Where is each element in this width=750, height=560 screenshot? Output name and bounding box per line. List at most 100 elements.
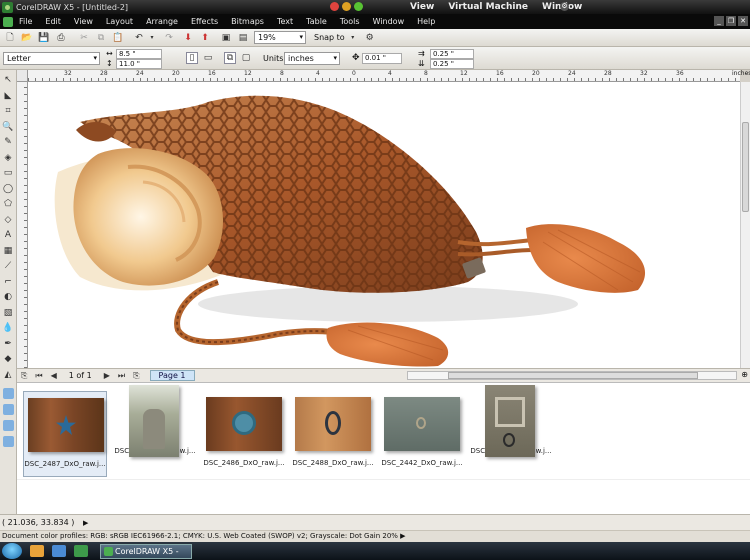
app-menu-icon[interactable] — [3, 16, 13, 27]
current-page-icon[interactable]: ▢ — [240, 52, 252, 64]
redo-icon[interactable]: ↷ — [163, 32, 175, 44]
first-page-icon[interactable]: ⏮ — [35, 371, 42, 381]
tray-add-icon[interactable] — [2, 388, 14, 399]
explorer-icon[interactable] — [30, 545, 44, 557]
shape-tool-icon[interactable]: ◣ — [2, 90, 14, 102]
pick-tool-icon[interactable]: ↖ — [2, 74, 14, 86]
undo-dropdown-icon[interactable]: ▾ — [146, 32, 158, 44]
tray-item[interactable]: DSC_2442_DxO_raw.j... — [380, 391, 464, 467]
new-document-icon[interactable]: 🗋 — [4, 32, 16, 44]
menu-bitmaps[interactable]: Bitmaps — [231, 17, 264, 26]
duplicate-distance-x-field[interactable]: 0.25 " — [430, 49, 474, 59]
paste-icon[interactable]: 📋 — [112, 32, 124, 44]
vertical-scroll-thumb[interactable] — [742, 122, 749, 212]
snap-dropdown-icon[interactable]: ▾ — [347, 32, 359, 44]
smart-fill-tool-icon[interactable]: ◈ — [2, 152, 14, 164]
connector-tool-icon[interactable]: ⌐ — [2, 276, 14, 288]
blend-tool-icon[interactable]: ◐ — [2, 291, 14, 303]
menu-tools[interactable]: Tools — [340, 17, 360, 26]
tray-remove-icon[interactable] — [2, 420, 14, 431]
menu-layout[interactable]: Layout — [106, 17, 133, 26]
gear-icon[interactable]: ⚙ — [560, 2, 569, 11]
save-icon[interactable]: 💾 — [38, 32, 50, 44]
ellipse-tool-icon[interactable]: ◯ — [2, 183, 14, 195]
color-profiles-status[interactable]: Document color profiles: RGB: sRGB IEC61… — [0, 530, 750, 542]
vm-menu-virtual-machine[interactable]: Virtual Machine — [448, 2, 528, 12]
polygon-tool-icon[interactable]: ⬠ — [2, 198, 14, 210]
parallel-dimension-tool-icon[interactable]: ⟋ — [2, 260, 14, 272]
menu-effects[interactable]: Effects — [191, 17, 218, 26]
taskbar-coreldraw-button[interactable]: CorelDRAW X5 - [U... — [100, 543, 192, 560]
tray-options-icon[interactable] — [2, 436, 14, 447]
navigator-icon[interactable]: ⊕ — [741, 370, 748, 379]
page-size-select[interactable]: Letter — [3, 52, 100, 65]
page-options-icon[interactable]: ⎘ — [21, 371, 27, 381]
export-icon[interactable]: ⬆ — [199, 32, 211, 44]
menu-view[interactable]: View — [74, 17, 93, 26]
zoom-level-select[interactable]: 19% — [254, 31, 306, 44]
menu-edit[interactable]: Edit — [45, 17, 61, 26]
open-folder-icon[interactable]: 📂 — [21, 32, 33, 44]
application-launcher-icon[interactable]: ▣ — [220, 32, 232, 44]
drawing-canvas[interactable] — [28, 82, 740, 368]
welcome-screen-icon[interactable]: ▤ — [237, 32, 249, 44]
menu-table[interactable]: Table — [306, 17, 327, 26]
next-page-icon[interactable]: ▶ — [104, 371, 110, 380]
expand-arrow-icon[interactable]: ▶ — [400, 532, 405, 540]
snap-to-dropdown[interactable]: Snap to — [314, 33, 345, 42]
all-pages-icon[interactable]: ⧉ — [224, 52, 236, 64]
ruler-origin[interactable] — [17, 70, 28, 82]
page-width-field[interactable]: 8.5 " — [116, 49, 162, 59]
tray-item[interactable]: DSC_2652_DxO_raw.j... — [113, 385, 197, 457]
undo-icon[interactable]: ↶ — [133, 32, 145, 44]
fill-tool-icon[interactable]: ◆ — [2, 353, 14, 365]
page-height-field[interactable]: 11.0 " — [116, 59, 162, 69]
copy-icon[interactable]: ⧉ — [95, 32, 107, 44]
table-tool-icon[interactable]: ▦ — [2, 245, 14, 257]
maximize-dot-icon[interactable] — [354, 2, 363, 11]
menu-file[interactable]: File — [19, 17, 32, 26]
tray-open-icon[interactable] — [2, 404, 14, 415]
interactive-fill-tool-icon[interactable]: ◭ — [2, 369, 14, 381]
vertical-ruler[interactable] — [17, 82, 28, 368]
freehand-tool-icon[interactable]: ✎ — [2, 136, 14, 148]
duplicate-distance-y-field[interactable]: 0.25 " — [430, 59, 474, 69]
tray-item[interactable]: DSC_2486_DxO_raw.j... — [202, 391, 286, 467]
nudge-distance-field[interactable]: 0.01 " — [362, 53, 402, 64]
minimize-icon[interactable]: _ — [714, 16, 724, 26]
outline-pen-tool-icon[interactable]: ✒ — [2, 338, 14, 350]
zoom-tool-icon[interactable]: 🔍 — [2, 121, 14, 133]
last-page-icon[interactable]: ⏭ — [118, 371, 125, 381]
start-button-icon[interactable] — [2, 543, 22, 559]
basic-shapes-tool-icon[interactable]: ◇ — [2, 214, 14, 226]
eyedropper-tool-icon[interactable]: 💧 — [2, 322, 14, 334]
minimize-dot-icon[interactable] — [342, 2, 351, 11]
horizontal-scrollbar[interactable] — [407, 371, 737, 380]
print-icon[interactable]: ⎙ — [55, 32, 67, 44]
crop-tool-icon[interactable]: ⌗ — [2, 105, 14, 117]
expand-arrow-icon[interactable]: ▶ — [83, 519, 88, 527]
add-page-icon[interactable]: ⎘ — [133, 371, 139, 381]
transparency-tool-icon[interactable]: ▧ — [2, 307, 14, 319]
import-icon[interactable]: ⬇ — [182, 32, 194, 44]
menu-arrange[interactable]: Arrange — [146, 17, 178, 26]
text-tool-icon[interactable]: A — [2, 229, 14, 241]
close-dot-icon[interactable] — [330, 2, 339, 11]
page-tab[interactable]: Page 1 — [149, 370, 195, 381]
tray-item[interactable]: DSC_2488_DxO_raw.j... — [291, 391, 375, 467]
close-icon[interactable]: ✕ — [738, 16, 748, 26]
vertical-scrollbar[interactable] — [740, 82, 750, 368]
rectangle-tool-icon[interactable]: ▭ — [2, 167, 14, 179]
media-icon[interactable] — [74, 545, 88, 557]
vm-menu-view[interactable]: View — [410, 2, 434, 12]
menu-window[interactable]: Window — [373, 17, 405, 26]
cut-icon[interactable]: ✂ — [78, 32, 90, 44]
prev-page-icon[interactable]: ◀ — [51, 371, 57, 380]
ie-icon[interactable] — [52, 545, 66, 557]
horizontal-scroll-thumb[interactable] — [448, 372, 698, 379]
units-select[interactable]: inches — [284, 52, 340, 65]
portrait-icon[interactable]: ▯ — [186, 52, 198, 64]
menu-help[interactable]: Help — [417, 17, 435, 26]
options-icon[interactable]: ⚙ — [364, 32, 376, 44]
tray-item[interactable]: DSC_2512_DxO_raw.j... — [469, 385, 553, 457]
